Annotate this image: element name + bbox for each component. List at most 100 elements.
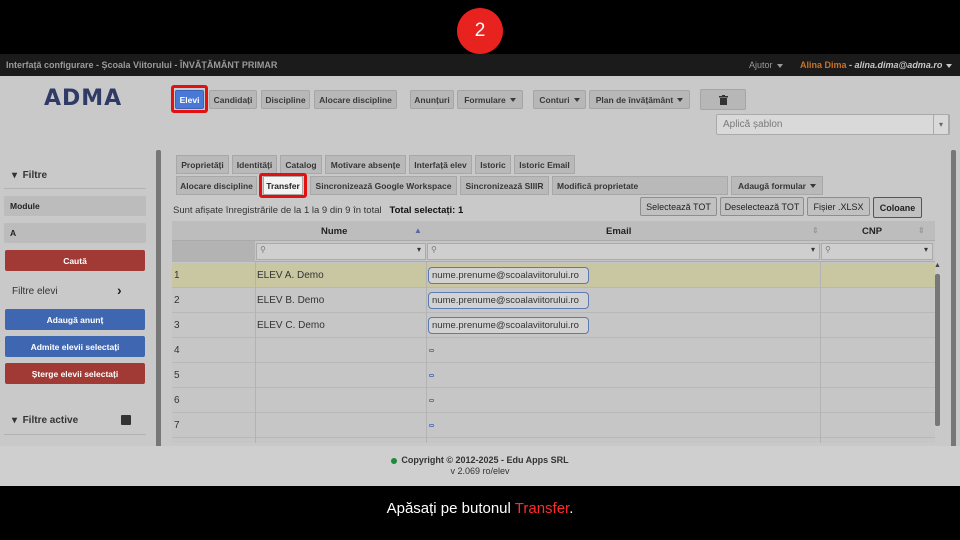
page-scrollbar[interactable] (951, 150, 956, 448)
tab-sync-siiir[interactable]: Sincronizează SIIIR (460, 176, 549, 195)
tab-alocare-discipline[interactable]: Alocare discipline (176, 176, 257, 195)
student-name: ELEV A. Demo (257, 270, 324, 281)
row-number: 1 (174, 270, 180, 281)
columns-button[interactable]: Coloane (873, 197, 922, 218)
name-filter-input[interactable]: ⚲ ▾ (256, 243, 426, 260)
tab-modifica-proprietate[interactable]: Modifică proprietate (552, 176, 728, 195)
student-email[interactable]: nume.prenume@scoalaviitorului.ro (428, 267, 589, 284)
student-name: ELEV C. Demo (257, 320, 325, 331)
records-count: Sunt afișate înregistrările de la 1 la 9… (173, 205, 382, 216)
chevron-down-icon (677, 97, 684, 102)
trash-icon (718, 94, 728, 105)
formulare-dropdown[interactable]: Formulare (457, 90, 523, 109)
row-number: 6 (174, 395, 180, 406)
footer: Copyright © 2012-2025 - Edu Apps SRL v 2… (0, 446, 960, 486)
chevron-down-icon: ▾ (416, 245, 421, 254)
tab-interfata-elev[interactable]: Interfață elev (409, 155, 472, 174)
discipline-button[interactable]: Discipline (261, 90, 310, 109)
cnp-filter-input[interactable]: ⚲ ▾ (821, 243, 933, 260)
chevron-down-icon: ▾ (810, 245, 815, 254)
row-number: 7 (174, 420, 180, 431)
template-placeholder: Aplică șablon (723, 119, 783, 130)
tutorial-slide: 2 Interfață configurare - Școala Viitoru… (0, 0, 960, 540)
caption-suffix: . (569, 500, 574, 517)
copyright-line: Copyright © 2012-2025 - Edu Apps SRL (0, 455, 960, 465)
sort-icon[interactable]: ⇕ (918, 226, 925, 235)
filter-spacer (172, 241, 255, 262)
help-menu[interactable]: Ajutor (749, 60, 783, 70)
anunturi-button[interactable]: Anunțuri (410, 90, 454, 109)
sidebar-scrollbar[interactable] (156, 150, 161, 448)
empty-email[interactable] (429, 424, 434, 427)
delete-selected-button[interactable]: Șterge elevii selectați (5, 363, 145, 384)
plan-label: Plan de învățământ (595, 94, 674, 105)
col-header-nume[interactable]: Nume (321, 226, 347, 237)
row-number: 2 (174, 295, 180, 306)
export-xlsx-button[interactable]: Fișier .XLSX (807, 197, 870, 216)
adma-logo: ADMA (44, 86, 123, 111)
search-icon: ⚲ (260, 245, 266, 254)
sort-asc-icon[interactable]: ▲ (414, 226, 422, 235)
student-name: ELEV B. Demo (257, 295, 325, 306)
collapse-icon: ▾ (12, 415, 23, 426)
col-header-cnp[interactable]: CNP (862, 226, 882, 237)
user-menu[interactable]: Alina Dima - alina.dima@adma.ro (800, 60, 953, 70)
conturi-dropdown[interactable]: Conturi (533, 90, 586, 109)
tab-transfer[interactable]: Transfer (263, 176, 303, 195)
tab-sync-google[interactable]: Sincronizează Google Workspace (310, 176, 457, 195)
student-email[interactable]: nume.prenume@scoalaviitorului.ro (428, 292, 589, 309)
candidati-button[interactable]: Candidați (209, 90, 257, 109)
help-label: Ajutor (749, 60, 773, 70)
tab-motivare-absente[interactable]: Motivare absențe (325, 155, 406, 174)
tab-istoric-email[interactable]: Istoric Email (514, 155, 575, 174)
elevi-button[interactable]: Elevi (175, 90, 204, 109)
tab-istoric[interactable]: Istoric (475, 155, 511, 174)
filters-header[interactable]: ▾ Filtre (12, 170, 47, 181)
deselect-all-button[interactable]: Deselectează TOT (720, 197, 804, 216)
sort-icon[interactable]: ⇕ (812, 226, 819, 235)
filters-title: Filtre (22, 170, 48, 181)
template-select[interactable]: Aplică șablon ▾ (716, 114, 950, 135)
search-icon: ⚲ (431, 245, 437, 254)
search-button[interactable]: Caută (5, 250, 145, 271)
add-announcement-button[interactable]: Adaugă anunț (5, 309, 145, 330)
chevron-down-icon (573, 97, 580, 102)
empty-email[interactable] (429, 349, 434, 352)
module-filter[interactable]: Module (4, 196, 146, 216)
empty-email[interactable] (429, 374, 434, 377)
col-header-email[interactable]: Email (606, 226, 631, 237)
student-filters-label[interactable]: Filtre elevi (12, 286, 58, 297)
tab-identitati[interactable]: Identități (232, 155, 277, 174)
add-form-dropdown[interactable]: Adaugă formular (731, 176, 823, 195)
grid-scrollbar[interactable] (935, 274, 940, 426)
row-number: 5 (174, 370, 180, 381)
user-separator: - (846, 60, 855, 70)
chevron-down-icon: ▾ (923, 245, 928, 254)
chevron-down-icon (946, 63, 953, 68)
student-email[interactable]: nume.prenume@scoalaviitorului.ro (428, 317, 589, 334)
app-title: Interfață configurare - Școala Viitorulu… (6, 60, 278, 70)
filter-row: ⚲ ▾ ⚲ ▾ ⚲ ▾ (172, 241, 935, 262)
tab-proprietati[interactable]: Proprietăți (176, 155, 229, 174)
add-form-label: Adaugă formular (737, 180, 806, 191)
admit-selected-button[interactable]: Admite elevii selectați (5, 336, 145, 357)
active-filters-title: Filtre active (22, 415, 79, 426)
save-icon[interactable] (121, 415, 131, 425)
user-email: alina.dima@adma.ro (854, 60, 943, 70)
scroll-up-icon[interactable]: ▲ (934, 262, 941, 269)
column-divider (426, 262, 427, 443)
a-filter[interactable]: A (4, 223, 146, 243)
plan-dropdown[interactable]: Plan de învățământ (589, 90, 690, 109)
records-info: Sunt afișate înregistrările de la 1 la 9… (173, 205, 463, 216)
tab-catalog[interactable]: Catalog (280, 155, 322, 174)
row-number: 3 (174, 320, 180, 331)
active-filters-header[interactable]: ▾ Filtre active (12, 415, 78, 426)
alocare-discipline-button[interactable]: Alocare discipline (314, 90, 397, 109)
chevron-right-icon[interactable]: › (117, 282, 122, 298)
row-number: 4 (174, 345, 180, 356)
email-filter-input[interactable]: ⚲ ▾ (427, 243, 820, 260)
select-all-button[interactable]: Selectează TOT (640, 197, 717, 216)
delete-button[interactable] (700, 89, 746, 110)
step-badge: 2 (457, 8, 503, 54)
empty-email[interactable] (429, 399, 434, 402)
